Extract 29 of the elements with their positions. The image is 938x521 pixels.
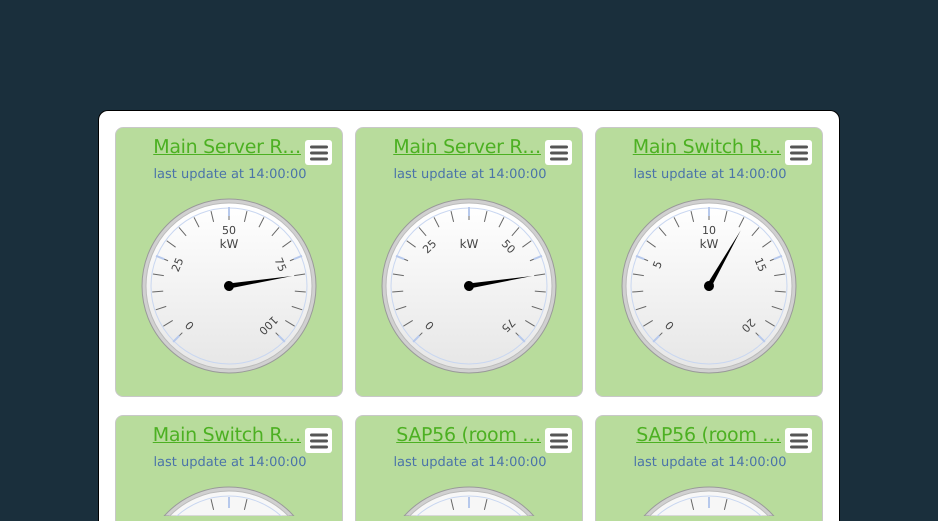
- scale-label: 20: [738, 316, 758, 335]
- scale-label: 50: [222, 224, 236, 237]
- scale-label: 10: [702, 224, 716, 237]
- unit-label: kW: [460, 237, 478, 251]
- card-title-link[interactable]: Main Switch R…: [632, 136, 781, 158]
- unit-label: kW: [700, 237, 718, 251]
- last-update-text: last update at 14:00:00: [392, 167, 547, 182]
- unit-label: kW: [220, 237, 238, 251]
- last-update-text: last update at 14:00:00: [152, 455, 307, 470]
- scale-label: 100: [256, 313, 280, 338]
- scale-label: 0: [662, 318, 677, 332]
- card-title-link[interactable]: Main Server R…: [393, 136, 541, 158]
- scale-label: 0: [182, 318, 197, 332]
- last-update-text: last update at 14:00:00: [152, 167, 307, 182]
- card-title-link[interactable]: SAP56 (room …: [636, 424, 781, 446]
- scale-label: 5: [650, 259, 666, 270]
- scale-label: 0: [422, 318, 437, 332]
- scale-label: 25: [169, 256, 186, 274]
- scale-label: 75: [272, 256, 289, 274]
- last-update-text: last update at 14:00:00: [632, 455, 787, 470]
- card-title-link[interactable]: Main Server R…: [153, 136, 301, 158]
- card-title-link[interactable]: Main Switch R…: [152, 424, 301, 446]
- card-title-link[interactable]: SAP56 (room …: [396, 424, 541, 446]
- last-update-text: last update at 14:00:00: [632, 167, 787, 182]
- scale-label: 15: [752, 256, 769, 274]
- scale-label: 50: [498, 237, 518, 256]
- last-update-text: last update at 14:00:00: [392, 455, 547, 470]
- scale-label: 25: [420, 237, 440, 256]
- scale-label: 75: [498, 316, 518, 335]
